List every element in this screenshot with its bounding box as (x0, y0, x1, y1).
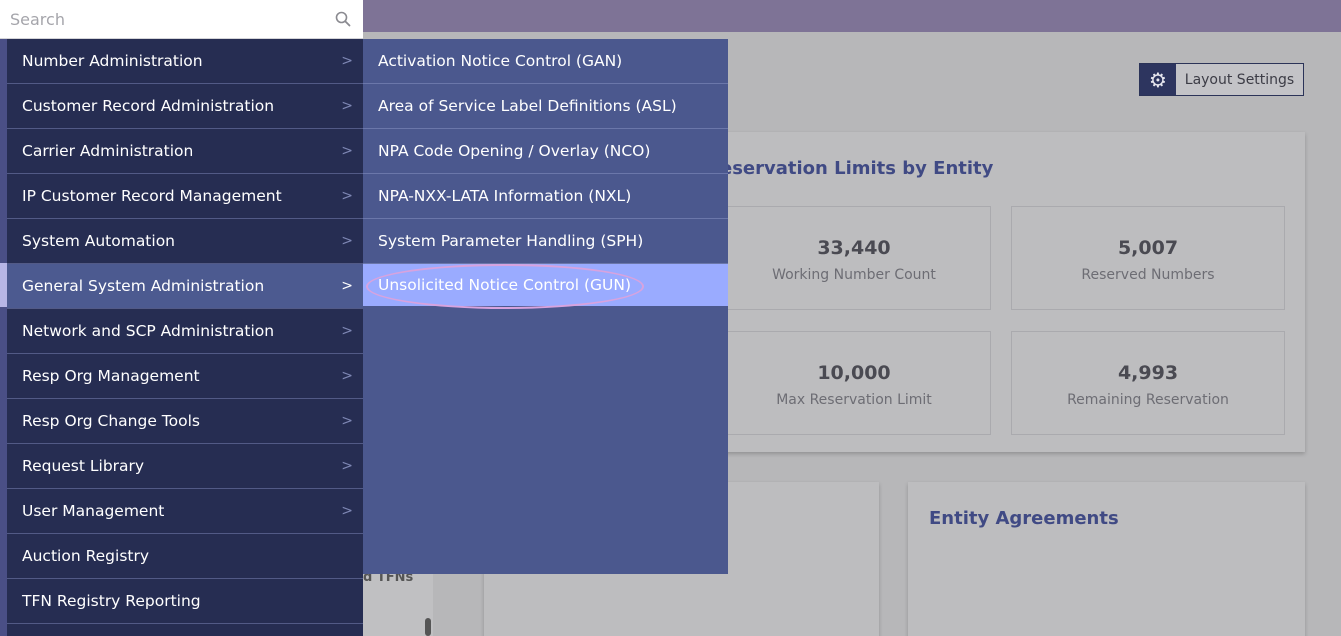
chevron-right-icon: > (341, 98, 353, 114)
menu-item-carrier-administration[interactable]: Carrier Administration > (7, 129, 363, 174)
layout-settings-label: Layout Settings (1184, 71, 1295, 88)
submenu-item-area-of-service-label-definitions[interactable]: Area of Service Label Definitions (ASL) (363, 84, 728, 129)
chevron-right-icon: > (341, 413, 353, 429)
submenu-item-label: NPA Code Opening / Overlay (NCO) (378, 142, 651, 160)
menu-item-label: Auction Registry (22, 547, 150, 565)
submenu-item-label: Activation Notice Control (GAN) (378, 52, 623, 70)
chevron-right-icon: > (341, 368, 353, 384)
stat-tile-reserved-numbers: 5,007 Reserved Numbers (1011, 206, 1285, 310)
main-menu: Number Administration > Customer Record … (0, 39, 363, 636)
search-bar (0, 0, 363, 39)
menu-item-general-system-administration[interactable]: General System Administration > (7, 264, 363, 309)
menu-item-resp-org-management[interactable]: Resp Org Management > (7, 354, 363, 399)
submenu-item-activation-notice-control[interactable]: Activation Notice Control (GAN) (363, 39, 728, 84)
menu-item-request-library[interactable]: Request Library > (7, 444, 363, 489)
chevron-right-icon: > (341, 53, 353, 69)
menu-item-tfn-registry-reporting[interactable]: TFN Registry Reporting (7, 579, 363, 624)
stat-label: Working Number Count (772, 267, 936, 283)
stat-tile-max-reservation-limit: 10,000 Max Reservation Limit (717, 331, 991, 435)
stat-label: Remaining Reservation (1067, 392, 1229, 408)
stat-tile-remaining-reservation: 4,993 Remaining Reservation (1011, 331, 1285, 435)
search-input[interactable] (0, 0, 323, 38)
stat-value: 10,000 (817, 362, 891, 384)
menu-item-system-automation[interactable]: System Automation > (7, 219, 363, 264)
scrollbar[interactable] (425, 618, 431, 636)
menu-item-label: General System Administration (22, 277, 265, 295)
active-menu-indicator (0, 263, 7, 307)
menu-item-label: Carrier Administration (22, 142, 194, 160)
stat-tile-working-number-count: 33,440 Working Number Count (717, 206, 991, 310)
submenu-item-npa-nxx-lata-information[interactable]: NPA-NXX-LATA Information (NXL) (363, 174, 728, 219)
menu-item-number-administration[interactable]: Number Administration > (7, 39, 363, 84)
menu-item-label: Number Administration (22, 52, 203, 70)
stat-label: Reserved Numbers (1081, 267, 1215, 283)
menu-item-label: Resp Org Management (22, 367, 200, 385)
chevron-right-icon: > (341, 143, 353, 159)
submenu-item-label: System Parameter Handling (SPH) (378, 232, 644, 250)
chevron-right-icon: > (341, 323, 353, 339)
menu-item-label: Request Library (22, 457, 145, 475)
menu-item-label: User Management (22, 502, 165, 520)
chevron-right-icon: > (341, 503, 353, 519)
menu-item-ip-customer-record-management[interactable]: IP Customer Record Management > (7, 174, 363, 219)
menu-item-network-and-scp-administration[interactable]: Network and SCP Administration > (7, 309, 363, 354)
menu-item-label: IP Customer Record Management (22, 187, 282, 205)
chevron-right-icon: > (341, 233, 353, 249)
entity-agreements-title: Entity Agreements (929, 508, 1119, 529)
chevron-right-icon: > (341, 188, 353, 204)
menu-item-customer-record-administration[interactable]: Customer Record Administration > (7, 84, 363, 129)
chevron-right-icon: > (341, 278, 353, 294)
menu-item-label: System Automation (22, 232, 176, 250)
gear-icon: ⚙ (1140, 64, 1176, 95)
click-highlight-ring (366, 264, 644, 309)
submenu-item-unsolicited-notice-control[interactable]: Unsolicited Notice Control (GUN) (363, 264, 728, 309)
search-icon[interactable] (323, 11, 363, 27)
menu-item-label: Customer Record Administration (22, 97, 275, 115)
stat-value: 33,440 (817, 237, 891, 259)
stat-label: Max Reservation Limit (776, 392, 932, 408)
menu-item-label: Resp Org Change Tools (22, 412, 200, 430)
chevron-right-icon: > (341, 458, 353, 474)
submenu-item-system-parameter-handling[interactable]: System Parameter Handling (SPH) (363, 219, 728, 264)
entity-agreements-panel (908, 482, 1305, 636)
submenu-general-system-administration: Activation Notice Control (GAN) Area of … (363, 39, 728, 574)
layout-settings-button[interactable]: ⚙ Layout Settings (1139, 63, 1304, 96)
menu-item-label: TFN Registry Reporting (22, 592, 201, 610)
submenu-item-label: Area of Service Label Definitions (ASL) (378, 97, 677, 115)
stat-value: 4,993 (1117, 362, 1179, 384)
stat-value: 5,007 (1117, 237, 1179, 259)
menu-item-auction-registry[interactable]: Auction Registry (7, 534, 363, 579)
menu-item-label: Network and SCP Administration (22, 322, 275, 340)
menu-item-resp-org-change-tools[interactable]: Resp Org Change Tools > (7, 399, 363, 444)
submenu-item-label: NPA-NXX-LATA Information (NXL) (378, 187, 632, 205)
reservation-limits-title: eservation Limits by Entity (720, 158, 994, 179)
submenu-item-npa-code-opening-overlay[interactable]: NPA Code Opening / Overlay (NCO) (363, 129, 728, 174)
menu-item-user-management[interactable]: User Management > (7, 489, 363, 534)
